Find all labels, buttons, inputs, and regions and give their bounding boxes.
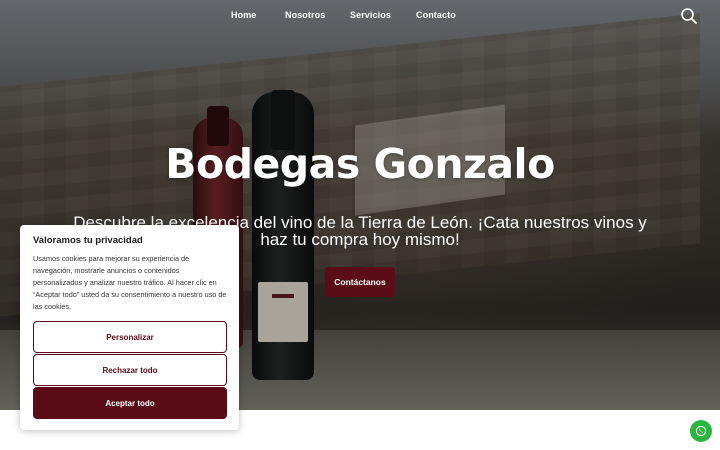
hero-title: Bodegas Gonzalo xyxy=(165,140,555,188)
customize-cookies-button[interactable]: Personalizar xyxy=(33,321,227,353)
cookie-consent-banner: Valoramos tu privacidad Usamos cookies p… xyxy=(20,225,239,430)
contact-cta-button[interactable]: Contáctanos xyxy=(325,267,395,297)
nav-item-nosotros[interactable]: Nosotros xyxy=(285,10,325,20)
nav-item-contacto[interactable]: Contacto xyxy=(416,10,456,20)
search-icon[interactable] xyxy=(680,7,698,25)
hero-subtitle-line2: haz tu compra hoy mismo! xyxy=(260,230,460,249)
cookie-banner-title: Valoramos tu privacidad xyxy=(33,235,143,246)
main-nav: Home Nosotros Servicios Contacto xyxy=(0,0,720,34)
nav-item-home[interactable]: Home xyxy=(231,10,256,20)
whatsapp-button[interactable] xyxy=(690,420,712,442)
reject-all-cookies-button[interactable]: Rechazar todo xyxy=(33,354,227,386)
nav-item-servicios[interactable]: Servicios xyxy=(350,10,391,20)
cookie-banner-text: Usamos cookies para mejorar su experienc… xyxy=(33,254,227,311)
accept-all-cookies-button[interactable]: Aceptar todo xyxy=(33,387,227,419)
whatsapp-icon xyxy=(695,425,707,437)
